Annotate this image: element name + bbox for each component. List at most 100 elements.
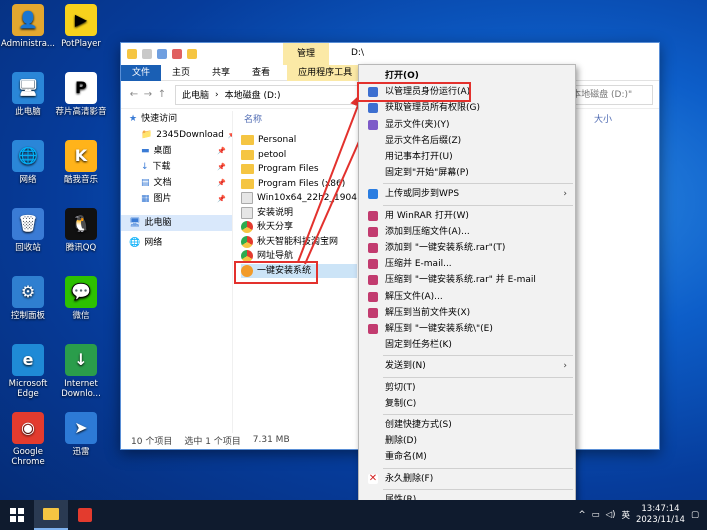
column-header-name[interactable]: 名称 (244, 111, 262, 129)
file-row[interactable]: petool (241, 148, 357, 163)
file-name: 秋天智能科技淘宝网 (257, 236, 339, 247)
file-row[interactable]: Program Files (x86) (241, 177, 357, 192)
menu-item[interactable]: 解压到 "一键安装系统\"(E) (359, 321, 575, 337)
menu-item[interactable]: 用记事本打开(U) (359, 149, 575, 165)
file-name: Personal (258, 135, 297, 145)
ribbon-tab[interactable]: 文件 (121, 64, 162, 81)
breadcrumb-item[interactable]: 本地磁盘 (D:) (225, 88, 281, 101)
forward-icon[interactable]: → (141, 89, 155, 100)
nav-item[interactable]: ▬ 桌面 📌 (121, 143, 232, 159)
management-tab[interactable]: 管理 (283, 43, 329, 65)
selection-count: 选中 1 个项目 (184, 436, 241, 447)
menu-item[interactable]: 删除(D) (359, 433, 575, 449)
desktop-app-icon: ▶ (65, 4, 97, 36)
properties-icon[interactable] (142, 49, 152, 59)
desktop-icon-label: PotPlayer (61, 39, 101, 49)
undo-icon[interactable] (157, 49, 167, 59)
nav-item[interactable]: ▦ 图片 📌 (121, 191, 232, 207)
menu-item[interactable]: 显示文件名后缀(Z) (359, 133, 575, 149)
nav-item[interactable]: 📁2345Download 📌 (121, 127, 232, 143)
menu-item[interactable]: 压缩并 E-mail... (359, 256, 575, 272)
desktop-icon[interactable]: 🗑 回收站 (0, 208, 56, 253)
menu-item-label: 解压到 "一键安装系统\"(E) (385, 324, 493, 334)
chevron-up-icon[interactable]: ^ (578, 510, 585, 520)
menu-item[interactable]: 用 WinRAR 打开(W) (359, 208, 575, 224)
desktop-icon[interactable]: ▶ PotPlayer (53, 4, 109, 49)
desktop-icon[interactable]: e Microsoft Edge (0, 344, 56, 399)
volume-icon[interactable]: ◁) (606, 510, 616, 520)
menu-item-label: 剪切(T) (385, 382, 416, 393)
file-row[interactable]: Personal (241, 133, 357, 148)
file-row[interactable]: Win10x64_22h2_19045.esd (241, 191, 357, 206)
ribbon-tab[interactable]: 共享 (201, 65, 241, 81)
menu-item[interactable]: 上传或同步到WPS › (359, 186, 575, 202)
desktop-icon[interactable]: 🖥 此电脑 (0, 72, 56, 117)
menu-item[interactable]: 解压文件(A)... (359, 289, 575, 305)
context-menu: 打开(O) 以管理员身份运行(A) 获取管理员所有权限(G) 显示文件(夹)(Y) 显示… (358, 64, 576, 505)
ribbon-tab[interactable]: 应用程序工具 (287, 64, 364, 81)
desktop-icon[interactable]: K 酷我音乐 (53, 140, 109, 185)
ime-indicator[interactable]: 英 (621, 509, 630, 521)
menu-item[interactable]: 复制(C) (359, 396, 575, 412)
desktop-icon[interactable]: ◉ Google Chrome (0, 412, 56, 467)
menu-item[interactable]: 重命名(M) (359, 449, 575, 465)
desktop-icon[interactable]: 🌐 网络 (0, 140, 56, 185)
breadcrumb-item[interactable]: 此电脑 (182, 88, 209, 101)
clock[interactable]: 13:47:14 2023/11/14 (636, 504, 685, 526)
file-row[interactable]: 秋天智能科技淘宝网 (241, 235, 357, 250)
menu-item[interactable]: 剪切(T) (359, 380, 575, 396)
ribbon-tab[interactable]: 查看 (241, 65, 281, 81)
menu-item[interactable]: 固定到任务栏(K) (359, 337, 575, 353)
rar-icon (368, 243, 378, 253)
title-bar: 管理 D:\ (121, 43, 659, 65)
nav-item[interactable]: 🖥 此电脑 (121, 215, 232, 231)
menu-item[interactable]: 固定到"开始"屏幕(P) (359, 165, 575, 181)
back-icon[interactable]: ← (127, 89, 141, 100)
desktop-icon[interactable]: 💬 微信 (53, 276, 109, 321)
nav-item[interactable]: ↓ 下载 📌 (121, 159, 232, 175)
menu-item-label: 用 WinRAR 打开(W) (385, 210, 469, 221)
menu-item-label: 固定到任务栏(K) (385, 340, 452, 351)
desktop-icon[interactable]: 🐧 腾讯QQ (53, 208, 109, 253)
desktop-icon[interactable]: ⚙ 控制面板 (0, 276, 56, 321)
app-taskbar-icon[interactable] (68, 500, 102, 530)
nav-item[interactable]: ★ 快速访问 (121, 111, 232, 127)
menu-item[interactable]: 创建快捷方式(S) (359, 417, 575, 433)
menu-item[interactable]: 添加到 "一键安装系统.rar"(T) (359, 240, 575, 256)
nav-item[interactable]: 🌐 网络 (121, 235, 232, 251)
desktop-icon[interactable]: ➤ 迅雷 (53, 412, 109, 457)
menu-item-label: 添加到 "一键安装系统.rar"(T) (385, 243, 506, 253)
column-header-size[interactable]: 大小 (594, 111, 612, 129)
desktop-icon[interactable]: ↓ Internet Downlo... (53, 344, 109, 399)
menu-item[interactable]: 获取管理员所有权限(G) (359, 100, 575, 116)
up-icon[interactable]: ↑ (155, 89, 169, 100)
ribbon-tab[interactable]: 主页 (161, 65, 201, 81)
menu-item[interactable]: 添加到压缩文件(A)... (359, 224, 575, 240)
network-icon[interactable]: ▭ (592, 510, 600, 520)
menu-separator (383, 467, 573, 469)
desktop-app-icon: e (12, 344, 44, 376)
menu-item[interactable]: 解压到当前文件夹(X) (359, 305, 575, 321)
file-explorer-taskbar-icon[interactable] (34, 500, 68, 530)
desktop-icon[interactable]: P 荐片高清影音 (53, 72, 109, 117)
menu-item[interactable]: 压缩到 "一键安装系统.rar" 并 E-mail (359, 272, 575, 288)
menu-item[interactable]: ✕ 永久删除(F) (359, 471, 575, 487)
menu-item[interactable]: 显示文件(夹)(Y) (359, 117, 575, 133)
menu-item-label: 复制(C) (385, 398, 417, 409)
new-folder-icon[interactable] (187, 49, 197, 59)
start-button[interactable] (0, 500, 34, 530)
notification-icon[interactable]: ▢ (691, 510, 699, 520)
file-row[interactable]: Program Files (241, 162, 357, 177)
tool-icon (368, 119, 378, 130)
pin-icon: 📌 (217, 195, 226, 203)
file-row[interactable]: 安装说明 (241, 206, 357, 221)
desktop-app-icon: ⚙ (12, 276, 44, 308)
delete-icon[interactable] (172, 49, 182, 59)
file-row[interactable]: 秋天分享 (241, 220, 357, 235)
rar-icon (368, 307, 378, 318)
menu-item-label: 添加到压缩文件(A)... (385, 226, 470, 237)
nav-item[interactable]: ▤ 文档 📌 (121, 175, 232, 191)
rar-icon (368, 210, 378, 221)
desktop-icon[interactable]: 👤 Administra... (0, 4, 56, 49)
menu-item[interactable]: 发送到(N) › (359, 358, 575, 374)
